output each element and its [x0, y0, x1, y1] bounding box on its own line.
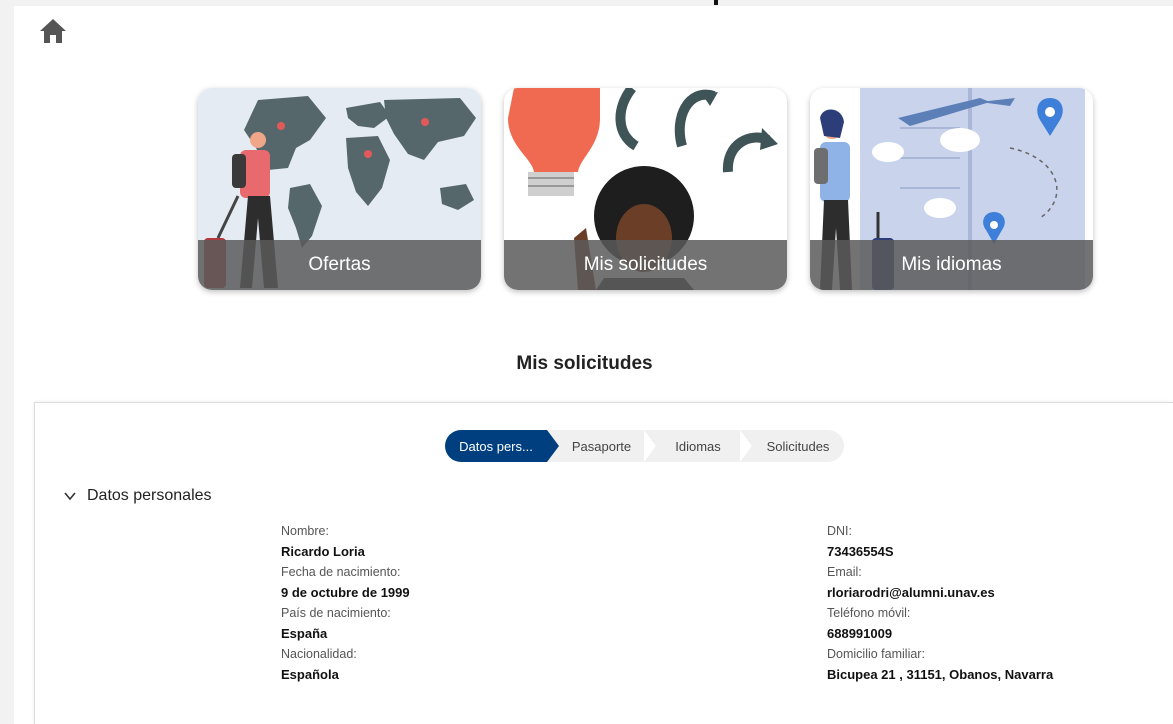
- chevron-down-icon: [64, 492, 76, 501]
- field-label-nacionalidad: Nacionalidad:: [281, 647, 357, 661]
- field-label-domicilio: Domicilio familiar:: [827, 647, 925, 661]
- field-label-telefono: Teléfono móvil:: [827, 606, 911, 620]
- field-label-dni: DNI:: [827, 524, 852, 538]
- section-title: Mis solicitudes: [516, 353, 653, 374]
- page: Ofertas Mis solicitudes Mis idiomas Mis …: [14, 6, 1173, 724]
- right-field-column: DNI: 73436554S Email: rloriarodri@alumni…: [827, 521, 1053, 685]
- step-idiomas[interactable]: Idiomas: [644, 430, 740, 462]
- accordion-datos-personales[interactable]: Datos personales: [63, 487, 212, 505]
- field-label-fecha-nacimiento: Fecha de nacimiento:: [281, 565, 401, 579]
- card-label-band: Ofertas: [198, 240, 481, 290]
- card-row: Ofertas Mis solicitudes Mis idiomas: [14, 88, 1173, 291]
- left-field-column: Nombre: Ricardo Loria Fecha de nacimient…: [281, 521, 410, 685]
- step-label: Pasaporte: [571, 438, 632, 454]
- field-label-email: Email:: [827, 565, 862, 579]
- step-pasaporte[interactable]: Pasaporte: [547, 430, 644, 462]
- step-datos-personales[interactable]: Datos pers...: [445, 430, 559, 462]
- stepper: Datos pers... Pasaporte Idiomas Solicitu…: [445, 430, 844, 462]
- card-ofertas[interactable]: Ofertas: [198, 88, 481, 290]
- home-icon[interactable]: [38, 16, 68, 46]
- field-value-dni: 73436554S: [827, 543, 894, 559]
- field-label-pais-nacimiento: País de nacimiento:: [281, 606, 391, 620]
- field-value-fecha-nacimiento: 9 de octubre de 1999: [281, 584, 410, 600]
- field-value-nacionalidad: Española: [281, 666, 339, 682]
- field-value-telefono: 688991009: [827, 625, 893, 641]
- card-label-band: Mis idiomas: [810, 240, 1093, 290]
- accordion-title: Datos personales: [87, 487, 212, 504]
- card-label: Mis idiomas: [901, 254, 1002, 275]
- step-label: Idiomas: [675, 438, 721, 454]
- step-label: Datos pers...: [459, 438, 533, 454]
- field-value-email: rloriarodri@alumni.unav.es: [827, 584, 995, 600]
- field-value-nombre: Ricardo Loria: [281, 543, 365, 559]
- field-value-domicilio: Bicupea 21 , 31151, Obanos, Navarra: [827, 666, 1054, 682]
- datos-panel: Datos pers... Pasaporte Idiomas Solicitu…: [34, 402, 1173, 724]
- field-value-pais-nacimiento: España: [281, 625, 328, 641]
- field-label-nombre: Nombre:: [281, 524, 329, 538]
- step-label: Solicitudes: [766, 438, 830, 454]
- top-marker: [714, 0, 718, 5]
- step-solicitudes[interactable]: Solicitudes: [740, 430, 844, 462]
- card-label: Ofertas: [308, 254, 371, 275]
- card-label-band: Mis solicitudes: [504, 240, 787, 290]
- card-mis-solicitudes[interactable]: Mis solicitudes: [504, 88, 787, 290]
- card-label: Mis solicitudes: [583, 254, 708, 275]
- card-mis-idiomas[interactable]: Mis idiomas: [810, 88, 1093, 290]
